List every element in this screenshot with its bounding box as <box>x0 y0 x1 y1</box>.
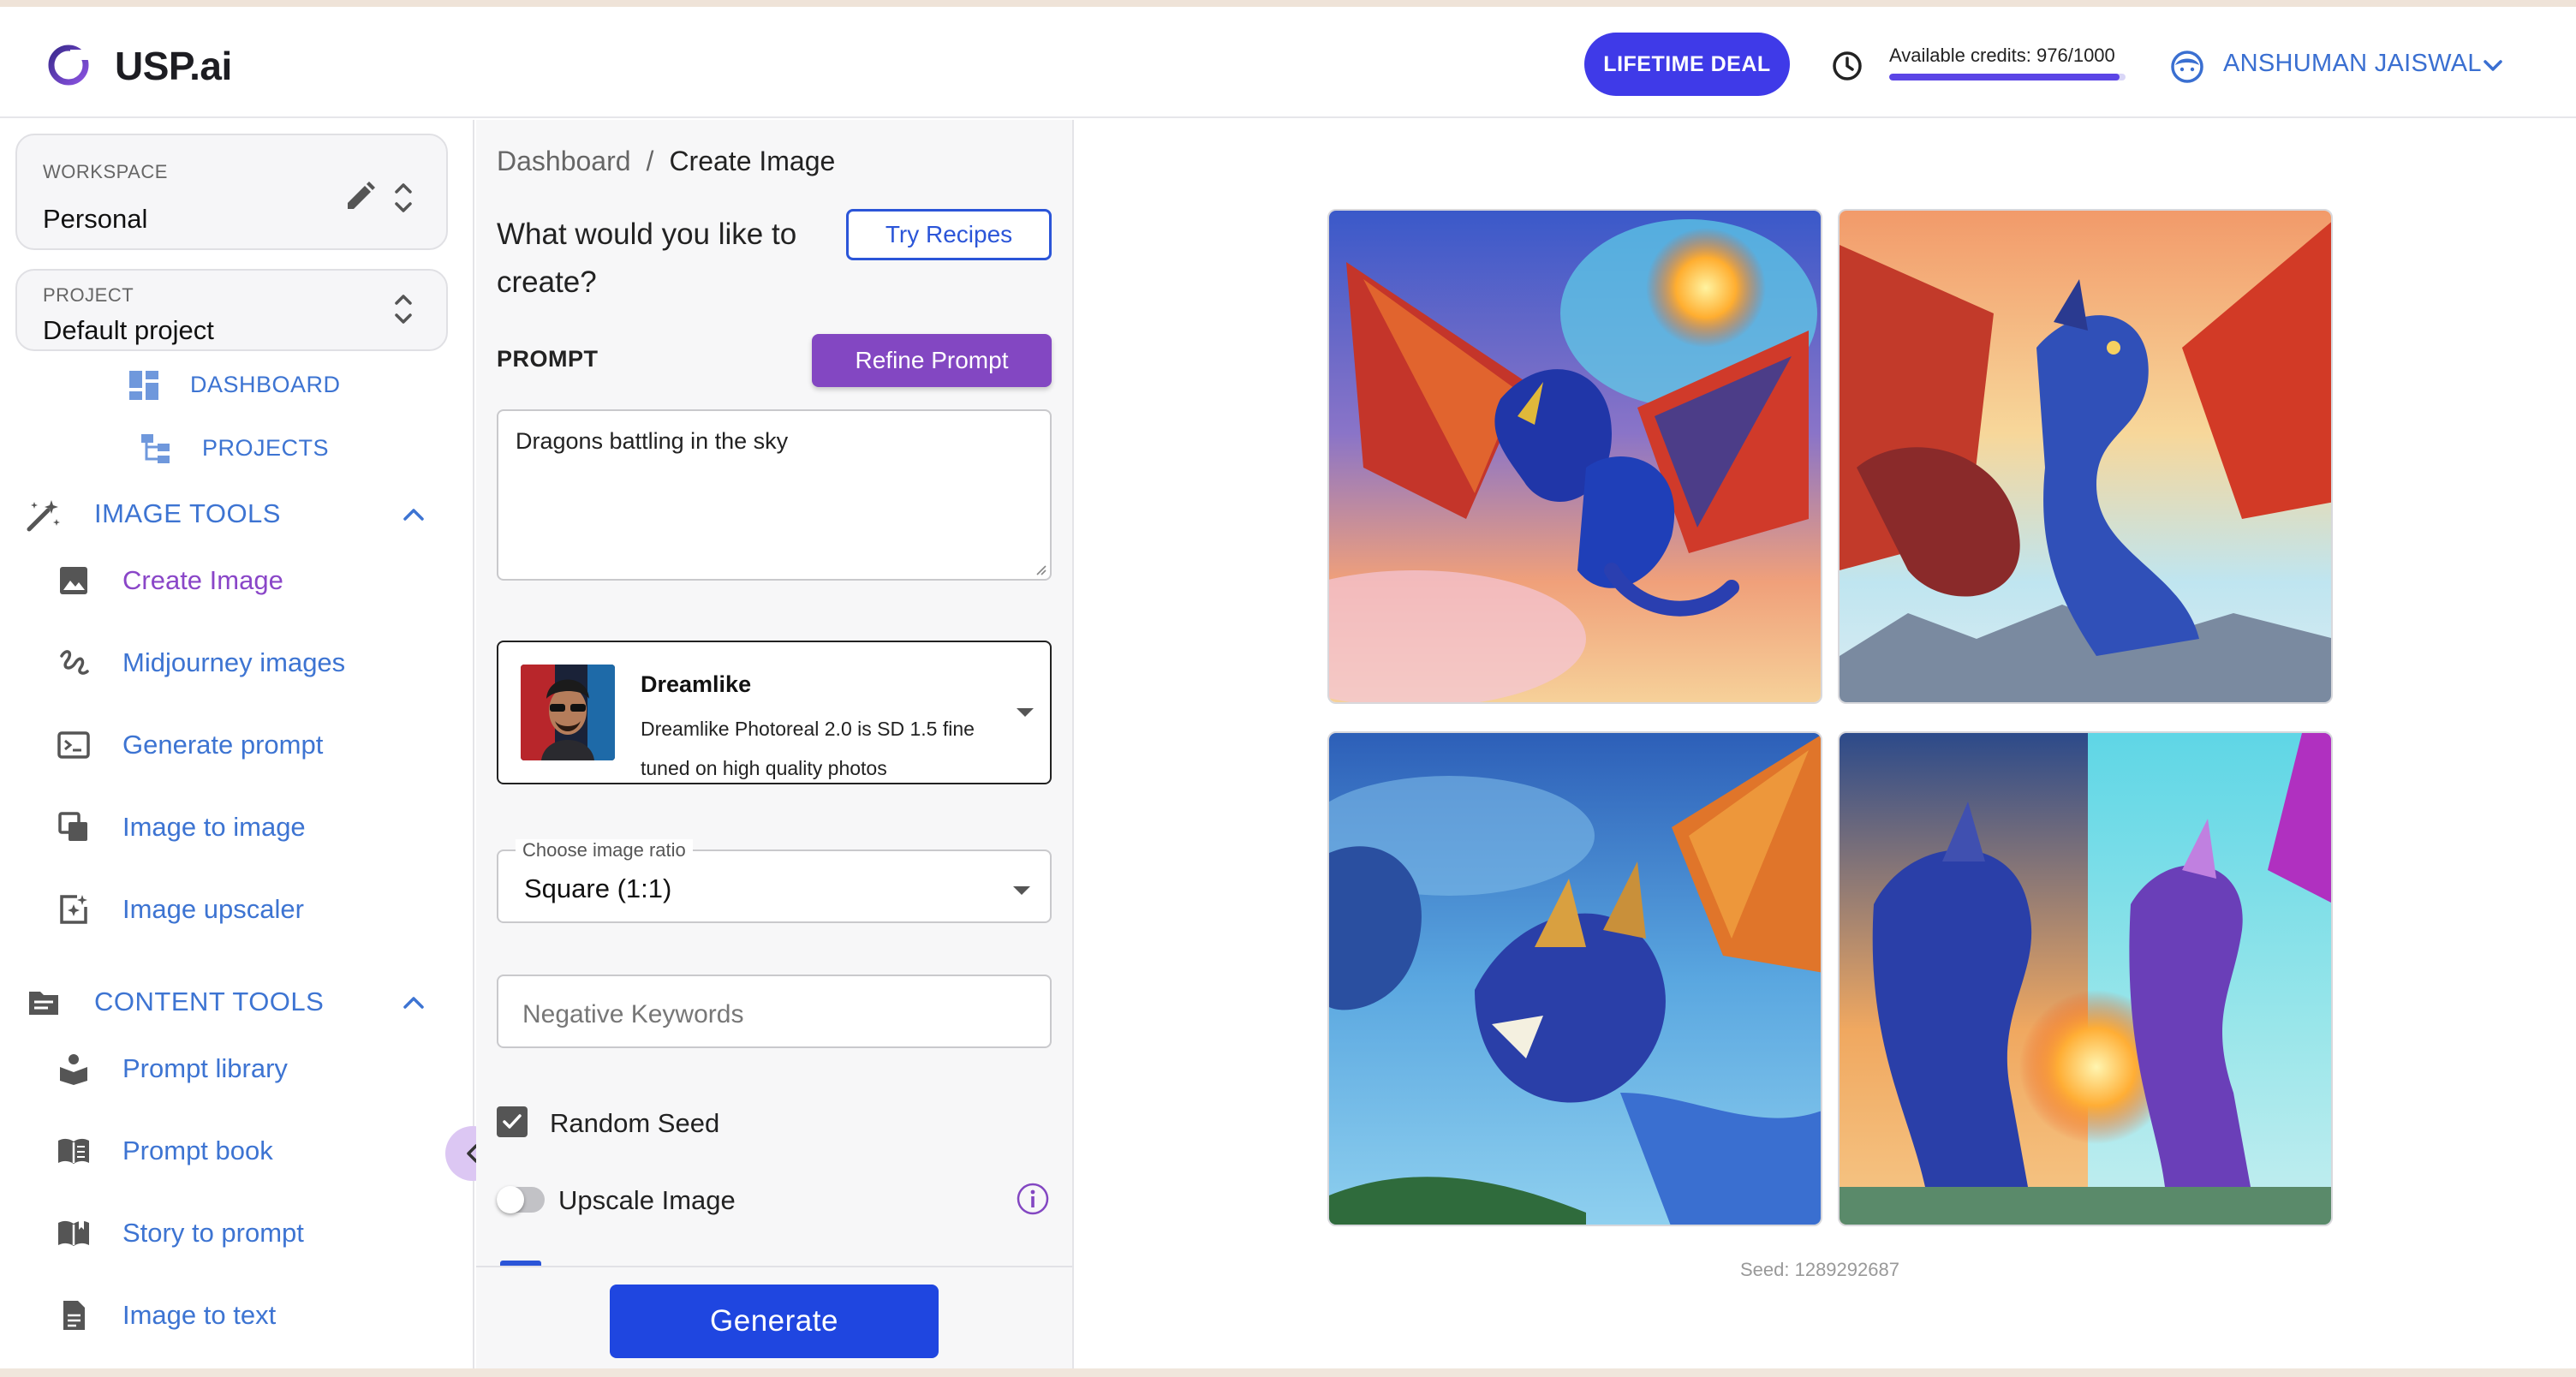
project-value: Default project <box>43 315 214 345</box>
image-icon <box>60 567 87 594</box>
sidebar-item-image-upscaler[interactable]: Image upscaler <box>0 877 474 945</box>
sidebar-item-label: Story to prompt <box>122 1218 304 1248</box>
negative-keywords-input[interactable]: Negative Keywords <box>497 975 1052 1048</box>
folder-icon <box>29 992 58 1015</box>
upscale-icon <box>60 895 87 924</box>
magic-wand-icon <box>27 500 60 532</box>
seed-value: Seed: 1289292687 <box>1740 1259 1899 1280</box>
sidebar-item-midjourney-images[interactable]: Midjourney images <box>0 630 474 699</box>
app-name[interactable]: USP.ai <box>115 43 232 89</box>
breadcrumb: Dashboard / Create Image <box>497 146 835 177</box>
terminal-icon <box>57 731 90 759</box>
toggle-knob <box>497 1186 524 1213</box>
sidebar-item-label: Prompt library <box>122 1053 288 1083</box>
content-tools-title: CONTENT TOOLS <box>94 987 325 1016</box>
workspace-value: Personal <box>43 204 148 234</box>
sidebar-item-label: Create Image <box>122 565 283 595</box>
top-header: USP.ai LIFETIME DEAL Available credits: … <box>0 7 2576 118</box>
sidebar-item-label: Image upscaler <box>122 894 304 924</box>
resize-grip-icon[interactable] <box>1033 562 1046 575</box>
window-top-edge <box>0 0 2576 7</box>
copy-image-icon <box>58 812 87 841</box>
unfold-icon[interactable] <box>391 289 416 329</box>
random-seed-label: Random Seed <box>550 1108 720 1138</box>
project-label: PROJECT <box>43 284 134 306</box>
model-selector[interactable]: Dreamlike Dreamlike Photoreal 2.0 is SD … <box>497 641 1052 784</box>
info-icon[interactable] <box>1016 1182 1050 1216</box>
dashboard-icon <box>129 371 158 400</box>
generate-bar: Generate <box>476 1266 1072 1377</box>
generate-button[interactable]: Generate <box>610 1285 939 1358</box>
pencil-icon[interactable] <box>343 180 377 214</box>
sidebar-item-label: Image to text <box>122 1300 277 1330</box>
lifetime-deal-button[interactable]: LIFETIME DEAL <box>1584 33 1790 96</box>
ratio-value: Square (1:1) <box>524 873 672 903</box>
unfold-icon[interactable] <box>391 178 416 218</box>
chevron-up-icon[interactable] <box>399 988 428 1017</box>
workspace-selector[interactable]: WORKSPACE Personal <box>15 134 448 250</box>
projects-icon <box>141 434 170 463</box>
sidebar-item-dashboard[interactable]: DASHBOARD <box>190 372 341 398</box>
content-tools-header[interactable]: CONTENT TOOLS <box>0 976 474 1028</box>
model-thumbnail <box>521 665 615 760</box>
breadcrumb-dashboard[interactable]: Dashboard <box>497 146 631 176</box>
caret-down-icon[interactable] <box>1009 882 1035 899</box>
sidebar-item-projects[interactable]: PROJECTS <box>202 435 329 462</box>
available-credits: Available credits: 976/1000 <box>1889 45 2115 66</box>
sidebar-item-image-to-text[interactable]: Image to text <box>0 1283 474 1351</box>
squiggle-icon <box>60 650 89 675</box>
prompt-text: Dragons battling in the sky <box>516 428 789 454</box>
sidebar-item-prompt-library[interactable]: Prompt library <box>0 1036 474 1105</box>
form-question: What would you like to create? <box>497 218 797 299</box>
result-panel: Seed: 1289292687 <box>1076 120 2576 1377</box>
generated-image-4[interactable] <box>1838 731 2333 1226</box>
sidebar-item-image-to-image[interactable]: Image to image <box>0 795 474 863</box>
upscale-image-toggle[interactable] <box>497 1186 545 1213</box>
user-menu-name[interactable]: ANSHUMAN JAISWAL <box>2223 50 2482 78</box>
credits-progress-fill <box>1889 74 2120 80</box>
breadcrumb-current: Create Image <box>669 146 836 176</box>
user-avatar-icon[interactable] <box>2170 50 2204 84</box>
project-selector[interactable]: PROJECT Default project <box>15 269 448 351</box>
image-tools-header[interactable]: IMAGE TOOLS <box>0 488 474 539</box>
random-seed-checkbox[interactable] <box>497 1106 528 1137</box>
sidebar-item-label: Prompt book <box>122 1136 273 1165</box>
logo-icon[interactable] <box>48 45 89 86</box>
library-icon <box>60 1054 87 1085</box>
image-tools-title: IMAGE TOOLS <box>94 498 281 528</box>
model-name: Dreamlike <box>641 671 752 697</box>
sidebar-item-label: Image to image <box>122 812 306 842</box>
chevron-down-icon[interactable] <box>2480 53 2506 79</box>
sidebar-item-label: Generate prompt <box>122 730 324 760</box>
chevron-up-icon[interactable] <box>399 500 428 529</box>
caret-down-icon[interactable] <box>1012 704 1038 721</box>
image-ratio-select[interactable]: Choose image ratio Square (1:1) <box>497 839 1052 923</box>
upscale-image-label: Upscale Image <box>558 1185 736 1215</box>
sidebar-item-label: Midjourney images <box>122 647 346 677</box>
generated-image-2[interactable] <box>1838 209 2333 704</box>
sidebar-item-prompt-book[interactable]: Prompt book <box>0 1118 474 1187</box>
sidebar-item-create-image[interactable]: Create Image <box>0 548 474 617</box>
book-icon <box>58 1138 89 1164</box>
workspace-label: WORKSPACE <box>43 161 168 182</box>
window-bottom-edge <box>0 1368 2576 1377</box>
open-book-icon <box>58 1220 89 1246</box>
generated-image-1[interactable] <box>1327 209 1822 704</box>
sidebar-item-story-to-prompt[interactable]: Story to prompt <box>0 1201 474 1269</box>
clock-icon[interactable] <box>1831 50 1863 82</box>
prompt-label: PROMPT <box>497 346 599 372</box>
left-sidebar: WORKSPACE Personal PROJECT Default proje… <box>0 120 474 1377</box>
try-recipes-button[interactable]: Try Recipes <box>846 209 1052 260</box>
generated-image-3[interactable] <box>1327 731 1822 1226</box>
model-description: Dreamlike Photoreal 2.0 is SD 1.5 fine t… <box>641 718 975 779</box>
create-image-form: Dashboard / Create Image What would you li… <box>476 120 1074 1377</box>
refine-prompt-button[interactable]: Refine Prompt <box>812 334 1052 387</box>
breadcrumb-separator: / <box>646 146 654 176</box>
sidebar-item-generate-prompt[interactable]: Generate prompt <box>0 712 474 781</box>
prompt-textarea[interactable]: Dragons battling in the sky <box>497 409 1052 581</box>
ratio-label: Choose image ratio <box>516 839 693 861</box>
credits-progress-bar <box>1889 74 2126 80</box>
checkmark-icon <box>503 1114 522 1129</box>
document-icon <box>63 1301 85 1330</box>
